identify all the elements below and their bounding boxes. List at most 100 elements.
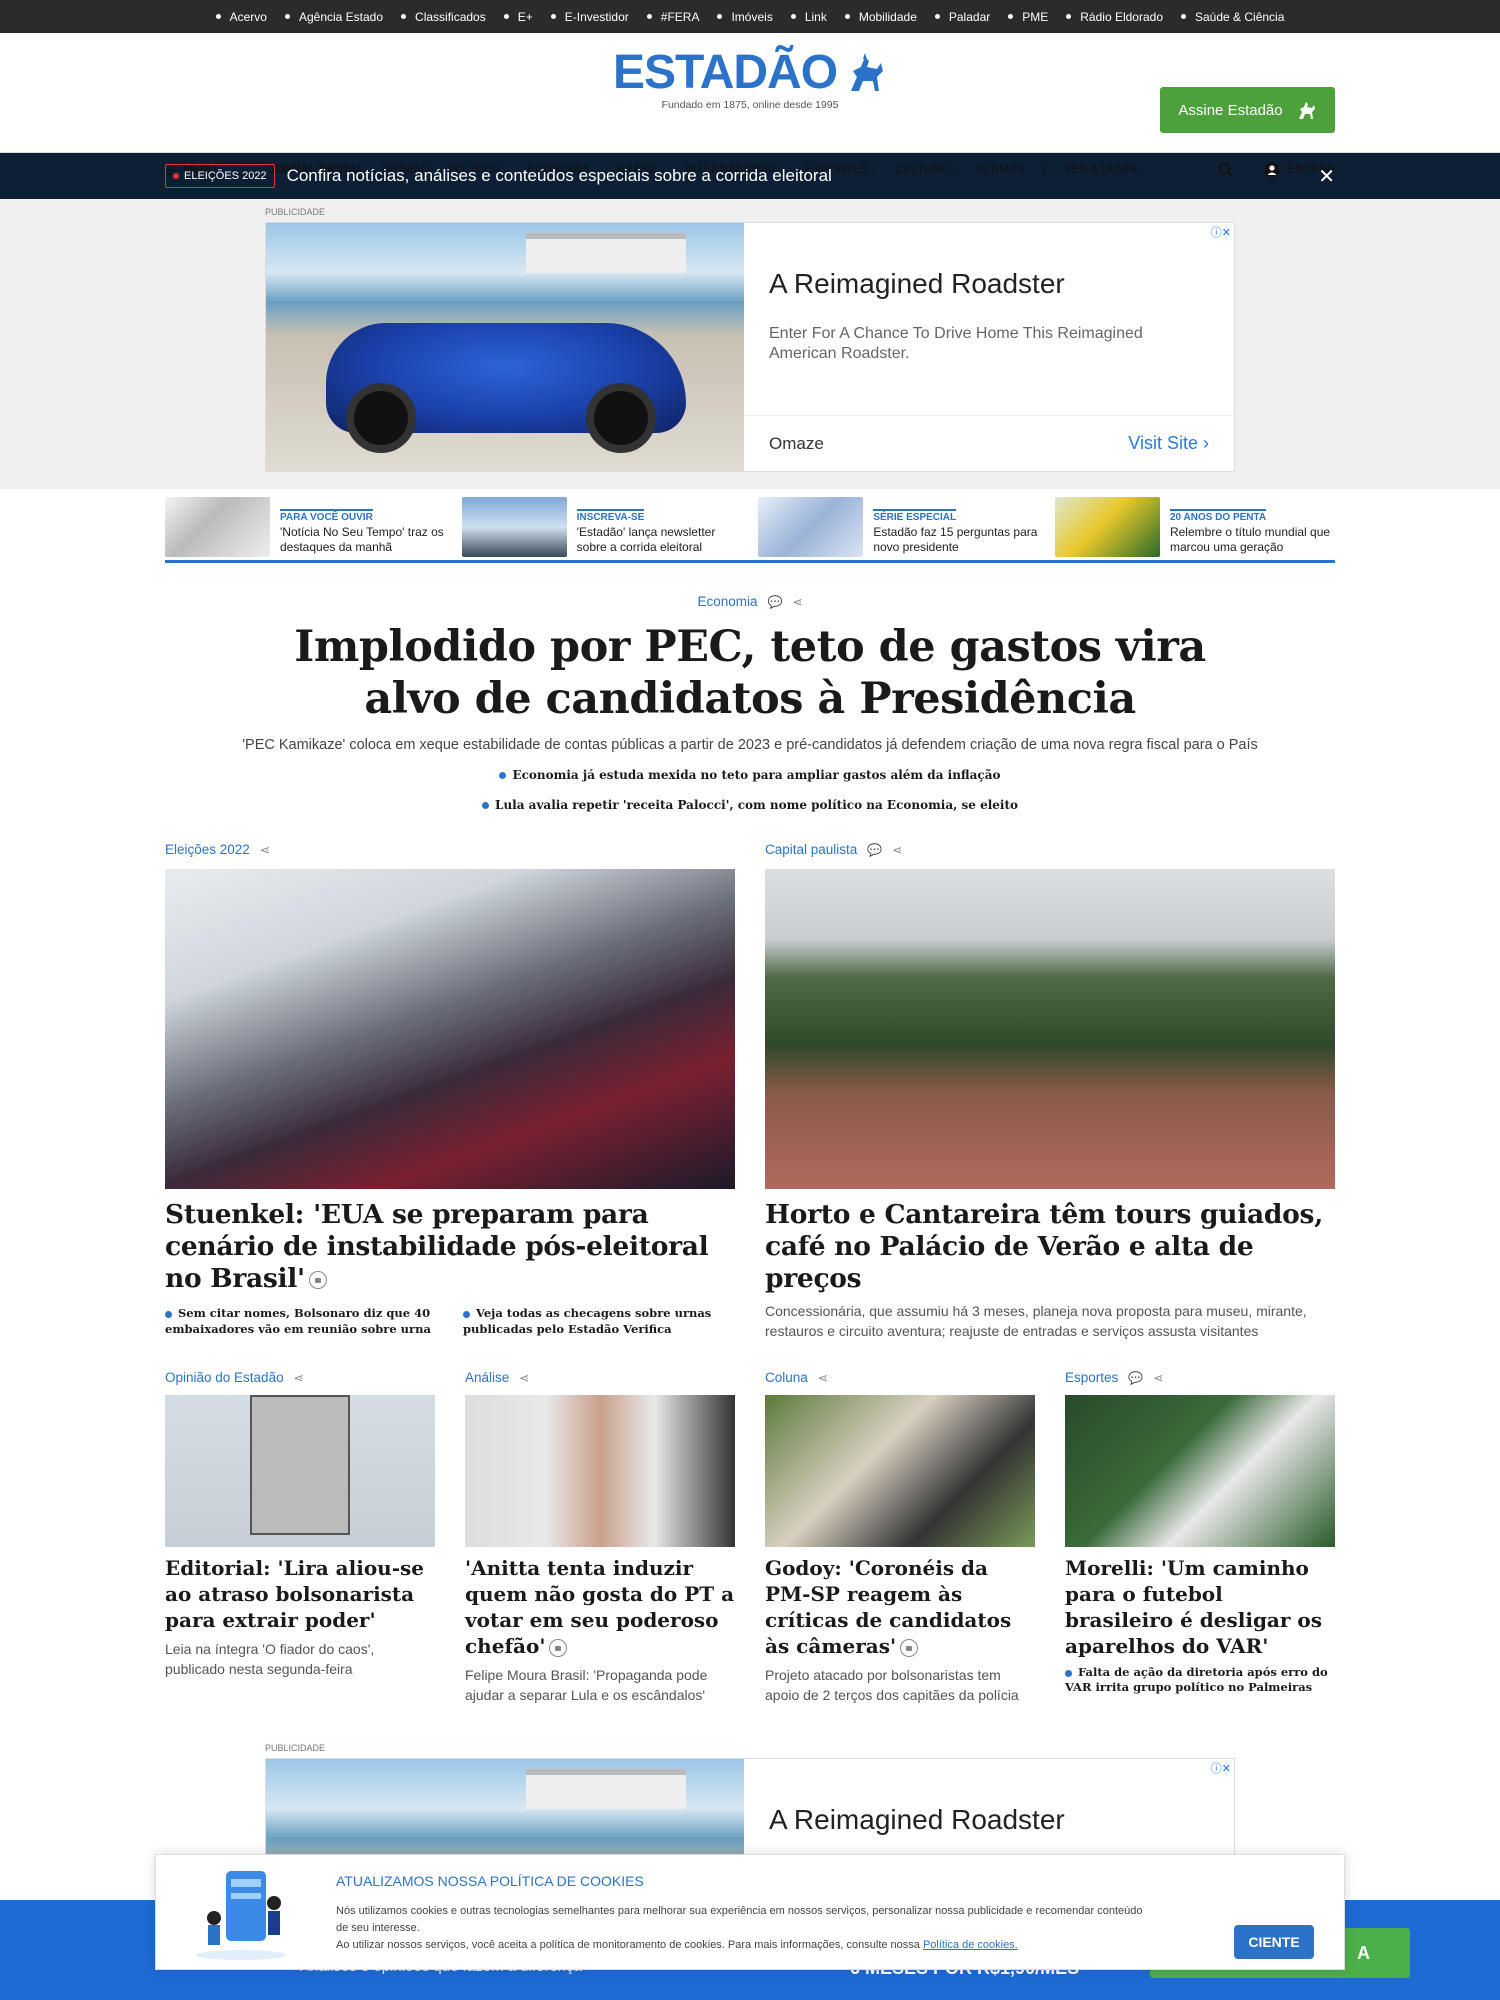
subscribe-label: Assine Estadão [1178, 101, 1283, 119]
top-link[interactable]: Mobilidade [836, 10, 926, 24]
promo-kicker: 20 ANOS DO PENTA [1169, 509, 1267, 523]
ad-choices-icon[interactable]: ⓘ✕ [1208, 1759, 1234, 1777]
top-link[interactable]: Acervo [207, 10, 276, 24]
top-link[interactable]: Link [782, 10, 836, 24]
top-link[interactable]: #FERA [638, 10, 709, 24]
share-icon[interactable]: ⋖ [792, 595, 802, 609]
cards-row: Opinião do Estadão ⋖ Editorial: 'Lira alio… [165, 1369, 1335, 1705]
promo-text[interactable]: Estadão faz 15 perguntas para novo presi… [873, 525, 1038, 555]
ad-image[interactable] [266, 223, 744, 471]
hero-subtitle: 'PEC Kamikaze' coloca em xeque estabilid… [242, 737, 1258, 753]
election-badge: ELEIÇÕES 2022 [165, 164, 275, 188]
accept-cookies-button[interactable]: CIENTE [1234, 1925, 1314, 1959]
related-link[interactable]: Economia já estuda mexida no teto para a… [0, 767, 1500, 783]
lock-icon [549, 1638, 568, 1657]
cookie-banner: ATUALIZAMOS NOSSA POLÍTICA DE COOKIES Nó… [155, 1854, 1345, 1970]
top-link[interactable]: Paladar [926, 10, 999, 24]
promo-thumbnail[interactable] [1054, 497, 1160, 557]
subscribe-button[interactable]: Assine Estadão [1160, 87, 1335, 133]
ad-advertiser: Omaze [769, 433, 824, 453]
share-icon[interactable]: ⋖ [818, 1371, 828, 1385]
story-card: Opinião do Estadão ⋖ Editorial: 'Lira alio… [165, 1369, 435, 1705]
story-image[interactable] [1065, 1395, 1335, 1547]
story-title[interactable]: Horto e Cantareira têm tours guiados, ca… [765, 1199, 1335, 1295]
top-link[interactable]: Rádio Eldorado [1057, 10, 1172, 24]
promo-thumbnail[interactable] [165, 497, 270, 557]
story-description: Felipe Moura Brasil: 'Propaganda pode aj… [465, 1667, 708, 1703]
related-link[interactable]: Lula avalia repetir 'receita Palocci', c… [0, 797, 1500, 813]
related-link[interactable]: Falta de ação da diretoria após erro do … [1065, 1665, 1335, 1695]
story-title[interactable]: Godoy: 'Coronéis da PM-SP reagem às crít… [765, 1556, 1011, 1658]
story-category[interactable]: Esportes [1065, 1370, 1118, 1385]
top-link[interactable]: E-Investidor [542, 10, 638, 24]
share-icon[interactable]: ⋖ [260, 843, 270, 857]
story-title[interactable]: 'Anitta tenta induzir quem não gosta do … [465, 1556, 734, 1658]
story-card: Coluna ⋖ Godoy: 'Coronéis da PM-SP reagem … [765, 1369, 1035, 1705]
ad-choices-icon[interactable]: ⓘ✕ [1208, 223, 1234, 241]
ad-text: Enter For A Chance To Drive Home This Re… [769, 325, 1143, 362]
story-image[interactable] [465, 1395, 735, 1547]
hero-title[interactable]: Implodido por PEC, teto de gastos vira a… [260, 621, 1240, 725]
comments-icon[interactable]: 💬 [867, 843, 882, 857]
share-icon[interactable]: ⋖ [519, 1371, 529, 1385]
top-link[interactable]: Classificados [392, 10, 495, 24]
story-title[interactable]: Stuenkel: 'EUA se preparam para cenário … [165, 1199, 709, 1294]
close-icon[interactable]: ✕ [1318, 164, 1335, 189]
comments-icon[interactable]: 💬 [1128, 1371, 1143, 1385]
story-description: Leia na íntegra 'O fiador do caos', publ… [165, 1641, 375, 1677]
hero-category[interactable]: Economia [697, 594, 757, 609]
promo-strip: PARA VOCÊ OUVIR 'Notícia No Seu Tempo' tr… [165, 497, 1335, 563]
story-category[interactable]: Coluna [765, 1370, 808, 1385]
story-card: Análise ⋖ 'Anitta tenta induzir quem não g… [465, 1369, 735, 1705]
election-banner-text[interactable]: Confira notícias, análises e conteúdos e… [287, 166, 832, 186]
promo-thumbnail[interactable] [758, 497, 864, 557]
promo-text[interactable]: 'Estadão' lança newsletter sobre a corri… [577, 525, 742, 555]
comments-icon[interactable]: 💬 [768, 595, 783, 609]
story-title[interactable]: Editorial: 'Lira aliou-se ao atraso bols… [165, 1556, 424, 1632]
promo-thumbnail[interactable] [461, 497, 567, 557]
promo-text[interactable]: Relembre o título mundial que marcou uma… [1170, 525, 1335, 555]
story-image[interactable] [765, 869, 1335, 1189]
ad-title[interactable]: A Reimagined Roadster [769, 268, 1209, 300]
share-icon[interactable]: ⋖ [1153, 1371, 1163, 1385]
story-category[interactable]: Opinião do Estadão [165, 1370, 284, 1385]
top-link[interactable]: Saúde & Ciência [1172, 10, 1293, 24]
related-link[interactable]: Sem citar nomes, Bolsonaro diz que 40 em… [165, 1305, 435, 1337]
cookie-text: Ao utilizar nossos serviços, você aceita… [336, 1939, 920, 1951]
ad-label: PUBLICIDADE [265, 1743, 326, 1753]
promo-item[interactable]: 20 ANOS DO PENTA Relembre o título mundia… [1054, 497, 1335, 560]
estadao-logo[interactable]: ESTADÃO Fundado em 1875, online desde 19… [613, 49, 887, 111]
ad-banner[interactable]: PUBLICIDADE ⓘ✕ A Reimagined Roadster Ent… [265, 207, 1235, 472]
visit-site-label: Visit Site [1128, 433, 1198, 453]
cookie-policy-link[interactable]: Política de cookies. [923, 1939, 1018, 1951]
promo-kicker: SÉRIE ESPECIAL [873, 509, 957, 523]
cookie-illustration [186, 1855, 296, 1969]
story-card: Esportes 💬 ⋖ Morelli: 'Um caminho para o fu… [1065, 1369, 1335, 1705]
visit-site-button[interactable]: Visit Site › [1128, 433, 1209, 454]
top-link[interactable]: Imóveis [708, 10, 781, 24]
promo-text[interactable]: 'Notícia No Seu Tempo' traz os destaques… [280, 525, 445, 555]
top-link[interactable]: PME [999, 10, 1057, 24]
story-image[interactable] [165, 1395, 435, 1547]
share-icon[interactable]: ⋖ [294, 1371, 304, 1385]
horseman-icon [851, 53, 884, 91]
promo-item[interactable]: INSCREVA-SE 'Estadão' lança newsletter so… [461, 497, 742, 560]
top-link[interactable]: Agência Estado [276, 10, 392, 24]
featured-row: Eleições 2022 ⋖ Stuenkel: 'EUA se prepara… [165, 841, 1335, 1341]
top-link[interactable]: E+ [495, 10, 542, 24]
hero-story: Economia 💬 ⋖ Implodido por PEC, teto de ga… [0, 593, 1500, 813]
story-image[interactable] [765, 1395, 1035, 1547]
promo-item[interactable]: SÉRIE ESPECIAL Estadão faz 15 perguntas p… [758, 497, 1038, 560]
ad-title[interactable]: A Reimagined Roadster [769, 1804, 1209, 1836]
story-category[interactable]: Análise [465, 1370, 509, 1385]
share-icon[interactable]: ⋖ [892, 843, 902, 857]
story-image[interactable] [165, 869, 735, 1189]
lock-icon [900, 1638, 919, 1657]
related-link[interactable]: Veja todas as checagens sobre urnas publ… [463, 1305, 733, 1337]
lock-icon [308, 1271, 327, 1289]
story-category[interactable]: Capital paulista [765, 842, 857, 857]
story-title[interactable]: Morelli: 'Um caminho para o futebol bras… [1065, 1556, 1322, 1658]
story-category[interactable]: Eleições 2022 [165, 842, 250, 857]
promo-item[interactable]: PARA VOCÊ OUVIR 'Notícia No Seu Tempo' tr… [165, 497, 445, 560]
ad-label: PUBLICIDADE [265, 207, 326, 217]
